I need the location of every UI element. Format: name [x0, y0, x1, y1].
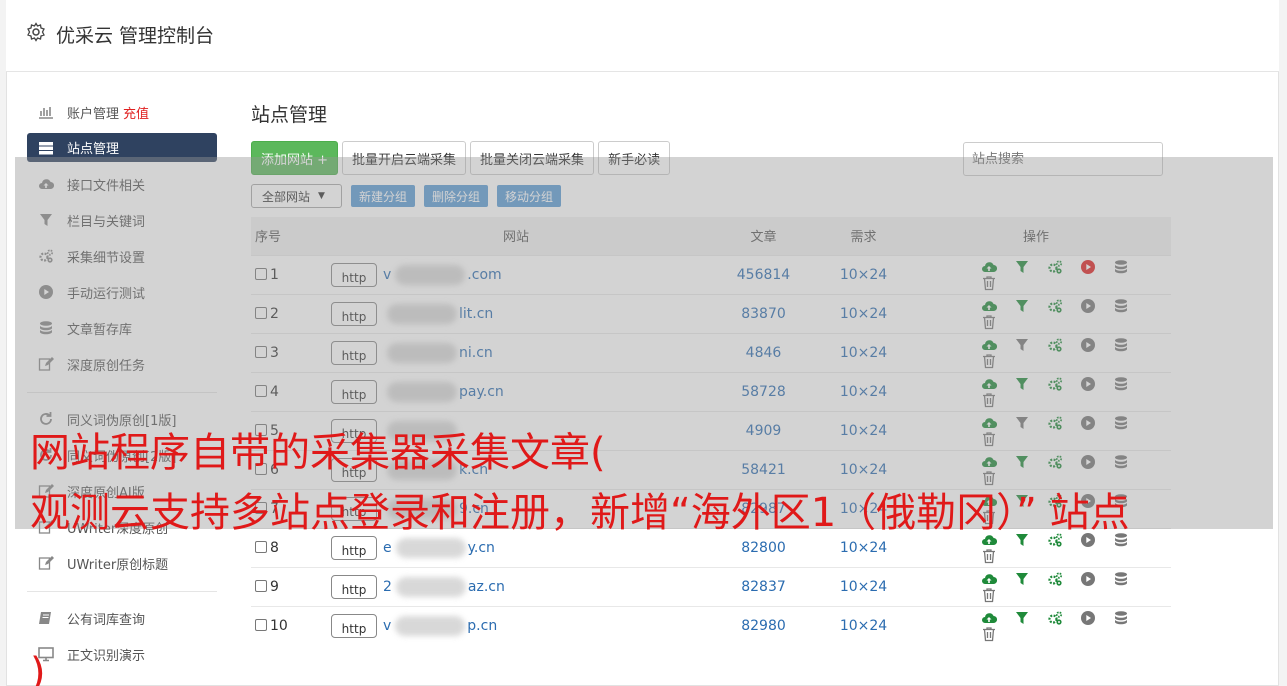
domain-prefix: 2: [383, 578, 392, 595]
row-checkbox[interactable]: [255, 540, 267, 553]
trash-icon[interactable]: [981, 626, 997, 642]
cloud-upload-icon[interactable]: [981, 610, 998, 626]
site-link[interactable]: v p.cn: [383, 615, 498, 636]
server-icon: [37, 140, 55, 156]
database-icon[interactable]: [1113, 571, 1129, 587]
sidebar-item-label: UWriter原创标题: [67, 557, 169, 573]
app-title: 优采云 管理控制台: [56, 25, 215, 47]
http-badge: http: [331, 613, 377, 638]
sidebar-item-label: 账户管理: [67, 106, 120, 122]
row-num-cell: 9: [251, 566, 331, 606]
banner-line-1: 网站程序自带的采集器采集文章(: [30, 430, 606, 476]
row-num-cell: 10: [251, 605, 331, 645]
filter-icon[interactable]: [1014, 571, 1030, 587]
row-num: 8: [270, 539, 279, 556]
chart-icon: [37, 104, 55, 120]
article-count[interactable]: 82837: [701, 566, 826, 606]
http-badge: http: [331, 574, 377, 599]
gear-icon: [27, 22, 45, 42]
edit-icon: [37, 555, 55, 571]
sidebar-item-label: 站点管理: [67, 142, 120, 157]
sidebar-item-label: 公有词库查询: [67, 612, 146, 628]
demand-value[interactable]: 10×24: [826, 605, 901, 645]
sidebar-item[interactable]: 账户管理 充值: [27, 94, 217, 130]
redacted-blur: [395, 615, 466, 636]
sidebar-divider: [27, 591, 217, 592]
trash-icon[interactable]: [981, 587, 997, 603]
table-row: 10 http v p.cn 82980 10×24: [251, 605, 1171, 645]
top-bar: 优采云 管理控制台: [6, 0, 1279, 72]
database-icon[interactable]: [1113, 610, 1129, 626]
sidebar-item-label: 正文识别演示: [67, 648, 146, 664]
sidebar-item[interactable]: 正文识别演示: [27, 636, 217, 672]
recharge-link[interactable]: 充值: [123, 103, 149, 122]
page-title: 站点管理: [251, 104, 328, 126]
row-num: 10: [270, 617, 288, 634]
row-checkbox[interactable]: [255, 618, 267, 631]
table-row: 9 http 2 az.cn 82837 10×24: [251, 566, 1171, 606]
row-num: 9: [270, 578, 279, 595]
demand-value[interactable]: 10×24: [826, 566, 901, 606]
domain-suffix: az.cn: [467, 578, 505, 595]
redacted-blur: [395, 576, 466, 597]
play-circle-icon[interactable]: [1080, 610, 1096, 626]
domain-suffix: p.cn: [467, 617, 498, 634]
domain-prefix: e: [383, 539, 392, 556]
domain-prefix: v: [383, 617, 392, 634]
play-circle-icon[interactable]: [1080, 571, 1096, 587]
site-cell: http v p.cn: [331, 605, 701, 645]
domain-suffix: y.cn: [467, 539, 495, 556]
sidebar-item[interactable]: UWriter原创标题: [27, 545, 217, 581]
site-link[interactable]: 2 az.cn: [383, 576, 505, 597]
cloud-upload-icon[interactable]: [981, 571, 998, 587]
banner-line-2: 观测云支持多站点登录和注册，新增“海外区1（俄勒冈）” 站点: [30, 490, 1130, 536]
site-link[interactable]: e y.cn: [383, 537, 495, 558]
ops-cell: [901, 566, 1171, 606]
row-checkbox[interactable]: [255, 579, 267, 592]
redacted-blur: [395, 537, 466, 558]
gears-icon[interactable]: [1047, 610, 1063, 626]
trash-icon[interactable]: [981, 548, 997, 564]
banner-line-3: ): [30, 650, 46, 686]
ops-cell: [901, 605, 1171, 645]
filter-icon[interactable]: [1014, 610, 1030, 626]
article-count[interactable]: 82980: [701, 605, 826, 645]
http-badge: http: [331, 535, 377, 560]
gears-icon[interactable]: [1047, 571, 1063, 587]
sidebar-item[interactable]: 公有词库查询: [27, 600, 217, 636]
book-icon: [37, 610, 55, 626]
site-cell: http 2 az.cn: [331, 566, 701, 606]
